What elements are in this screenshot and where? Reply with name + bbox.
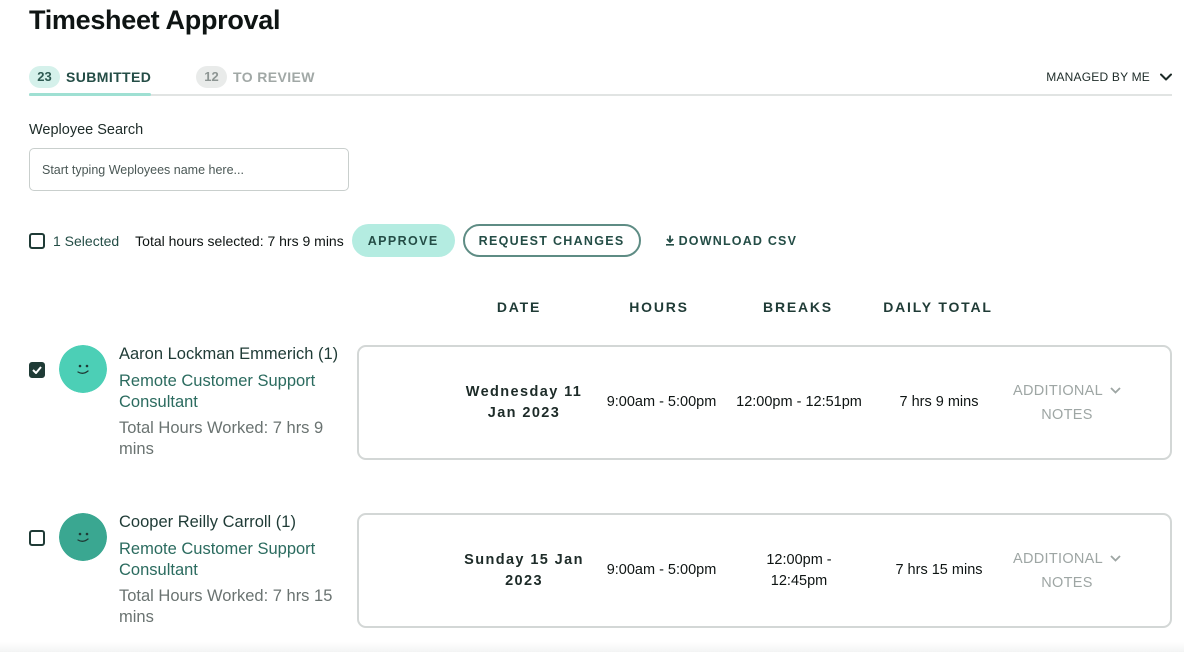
employee-role: Remote Customer Support Consultant: [119, 372, 316, 411]
avatar: [59, 345, 107, 393]
timesheet-entry-card: Wednesday 11 Jan 2023 9:00am - 5:00pm 12…: [357, 345, 1172, 460]
chevron-down-icon: [1110, 555, 1121, 562]
request-changes-button[interactable]: REQUEST CHANGES: [462, 224, 641, 257]
column-header-hours: HOURS: [629, 299, 689, 315]
tab-count-badge: 12: [196, 66, 227, 88]
checkmark-icon: [32, 366, 42, 374]
chevron-down-icon: [1110, 387, 1121, 394]
entry-daily-total: 7 hrs 9 mins: [899, 394, 979, 410]
column-header-date: DATE: [496, 299, 542, 315]
entry-date: Wednesday 11 Jan 2023: [465, 383, 583, 421]
smiley-avatar-icon: [59, 345, 107, 393]
smiley-avatar-icon: [59, 513, 107, 561]
download-csv-button[interactable]: DOWNLOAD CSV: [665, 234, 798, 248]
managed-by-label: MANAGED BY ME: [1046, 70, 1150, 84]
total-hours-selected: Total hours selected: 7 hrs 9 mins: [135, 232, 344, 249]
notes-label: NOTES: [1041, 574, 1093, 591]
avatar: [59, 513, 107, 561]
row-select-checkbox[interactable]: [29, 362, 45, 378]
notes-label: ADDITIONAL: [1012, 382, 1103, 399]
page-title: Timesheet Approval: [29, 5, 281, 35]
notes-label: ADDITIONAL: [1012, 550, 1103, 567]
tab-to-review[interactable]: 12 TO REVIEW: [196, 64, 315, 90]
entry-breaks: 12:00pm - 12:45pm: [766, 551, 832, 589]
tab-bar: 23 SUBMITTED 12 TO REVIEW MANAGED BY ME: [29, 62, 1172, 96]
timesheet-row: Cooper Reilly Carroll (1) Remote Custome…: [0, 513, 1184, 633]
page-bottom-fade: [0, 642, 1184, 652]
employee-name[interactable]: Cooper Reilly Carroll (1): [119, 513, 296, 532]
row-select-checkbox[interactable]: [29, 530, 45, 546]
additional-notes-toggle[interactable]: ADDITIONAL NOTES: [1007, 347, 1127, 458]
entry-hours: 9:00am - 5:00pm: [606, 562, 717, 578]
selected-count: 1 Selected: [53, 232, 120, 249]
entry-daily-total: 7 hrs 15 mins: [895, 562, 983, 578]
select-all-checkbox[interactable]: [29, 232, 45, 249]
search-label: Weployee Search: [29, 122, 144, 138]
tab-count-badge: 23: [29, 66, 60, 88]
timesheet-entry-card: Sunday 15 Jan 2023 9:00am - 5:00pm 12:00…: [357, 513, 1172, 628]
bulk-action-toolbar: 1 Selected Total hours selected: 7 hrs 9…: [29, 224, 797, 257]
column-header-daily-total: DAILY TOTAL: [883, 299, 993, 315]
approve-button[interactable]: APPROVE: [351, 224, 455, 257]
notes-label: NOTES: [1041, 406, 1093, 423]
column-header-breaks: BREAKS: [763, 299, 833, 315]
employee-role: Remote Customer Support Consultant: [119, 540, 316, 579]
download-csv-label: DOWNLOAD CSV: [678, 233, 798, 248]
download-icon: [665, 235, 674, 246]
managed-by-dropdown[interactable]: MANAGED BY ME: [1046, 70, 1172, 84]
additional-notes-toggle[interactable]: ADDITIONAL NOTES: [1007, 515, 1127, 626]
chevron-down-icon: [1160, 73, 1172, 81]
employee-total-hours: Total Hours Worked: 7 hrs 15 mins: [119, 587, 333, 626]
tab-label: TO REVIEW: [233, 69, 315, 85]
entry-date: Sunday 15 Jan 2023: [464, 551, 584, 589]
employee-total-hours: Total Hours Worked: 7 hrs 9 mins: [119, 419, 324, 458]
employee-name[interactable]: Aaron Lockman Emmerich (1): [119, 345, 338, 364]
timesheet-row: Aaron Lockman Emmerich (1) Remote Custom…: [0, 345, 1184, 465]
tab-submitted[interactable]: 23 SUBMITTED: [29, 64, 152, 96]
weployee-search-input[interactable]: [29, 148, 349, 191]
tab-label: SUBMITTED: [66, 69, 152, 85]
entry-breaks: 12:00pm - 12:51pm: [736, 394, 862, 410]
entry-hours: 9:00am - 5:00pm: [606, 394, 717, 410]
